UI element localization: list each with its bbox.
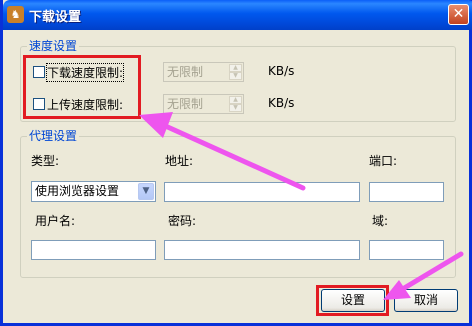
chevron-down-icon[interactable]: ▼ xyxy=(138,183,154,200)
spin-up-icon: ▲ xyxy=(229,64,242,72)
proxy-domain-label: 域: xyxy=(372,214,389,228)
speed-settings-legend: 速度设置 xyxy=(27,37,80,54)
download-limit-unit: KB/s xyxy=(268,64,295,78)
proxy-password-input[interactable] xyxy=(164,240,360,260)
upload-limit-input: 无限制 ▲ ▼ xyxy=(163,94,244,114)
proxy-type-select[interactable]: 使用浏览器设置 ▼ xyxy=(31,181,156,202)
close-button[interactable]: ✕ xyxy=(448,4,469,25)
proxy-port-label: 端口: xyxy=(369,154,398,168)
annotation-box-speed-limits xyxy=(23,55,141,119)
app-icon: ♞ xyxy=(7,6,24,23)
annotation-box-settings-button xyxy=(316,285,389,316)
upload-limit-unit: KB/s xyxy=(268,96,295,110)
download-limit-value: 无限制 xyxy=(167,65,204,79)
proxy-username-input[interactable] xyxy=(31,240,156,260)
download-settings-dialog: ♞ 下载设置 ✕ 速度设置 下载速度限制: 无限制 ▲ ▼ KB/s 上传速度限… xyxy=(0,0,472,326)
proxy-username-label: 用户名: xyxy=(35,214,76,228)
upload-limit-value: 无限制 xyxy=(167,97,204,111)
spin-down-icon: ▼ xyxy=(229,104,242,112)
title-bar[interactable]: ♞ 下载设置 ✕ xyxy=(3,0,472,30)
download-limit-input: 无限制 ▲ ▼ xyxy=(163,62,244,82)
spin-up-icon: ▲ xyxy=(229,96,242,104)
cancel-button[interactable]: 取消 xyxy=(394,289,458,312)
proxy-type-label: 类型: xyxy=(31,154,60,168)
proxy-settings-legend: 代理设置 xyxy=(27,127,80,144)
proxy-password-label: 密码: xyxy=(168,214,197,228)
proxy-port-input[interactable] xyxy=(369,182,444,202)
window-title: 下载设置 xyxy=(29,10,82,25)
proxy-domain-input[interactable] xyxy=(369,240,444,260)
proxy-address-label: 地址: xyxy=(165,154,194,168)
spin-down-icon: ▼ xyxy=(229,72,242,80)
upload-limit-spinner: ▲ ▼ xyxy=(229,96,242,112)
proxy-address-input[interactable] xyxy=(164,182,360,202)
proxy-type-value: 使用浏览器设置 xyxy=(35,184,120,198)
download-limit-spinner: ▲ ▼ xyxy=(229,64,242,80)
